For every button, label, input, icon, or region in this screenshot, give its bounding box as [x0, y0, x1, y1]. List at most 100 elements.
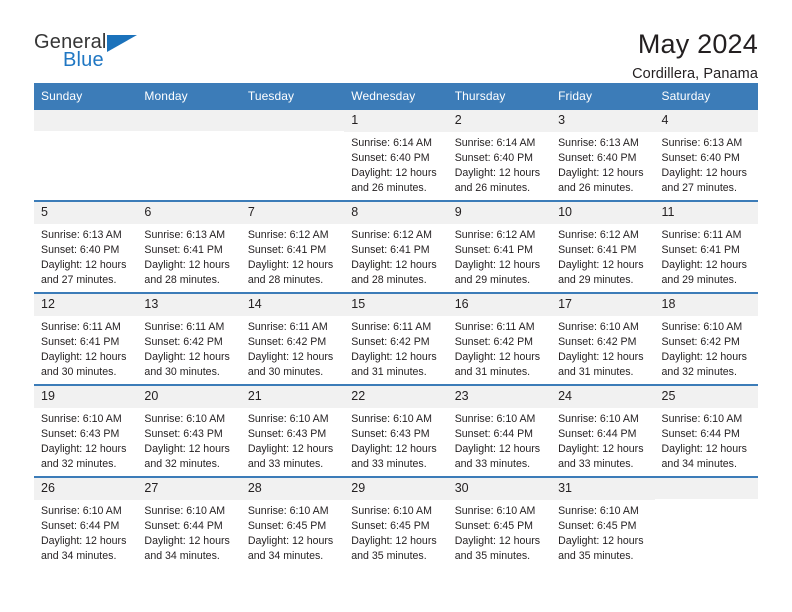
day-detail-sunrise: Sunrise: 6:10 AM [661, 412, 743, 425]
calendar-day-cell[interactable]: 14 Sunrise: 6:11 AM Sunset: 6:42 PM Dayligh… [240, 292, 345, 385]
calendar-day-cell[interactable]: 9 Sunrise: 6:12 AM Sunset: 6:41 PM Daylight… [447, 200, 552, 293]
calendar-day-cell[interactable]: 11 Sunrise: 6:11 AM Sunset: 6:41 PM Dayligh… [654, 200, 758, 293]
day-detail-sunrise: Sunrise: 6:10 AM [558, 320, 639, 333]
calendar-day-cell[interactable]: 25 Sunrise: 6:10 AM Sunset: 6:44 PM Dayligh… [654, 384, 758, 477]
weekday-header-thursday: Thursday [447, 83, 552, 110]
day-detail-daylight-line1: Daylight: 12 hours [558, 258, 644, 271]
calendar-day-cell[interactable]: 24 Sunrise: 6:10 AM Sunset: 6:44 PM Dayligh… [551, 384, 655, 477]
calendar-day-cell[interactable]: 5 Sunrise: 6:13 AM Sunset: 6:40 PM Daylight… [34, 200, 138, 293]
day-cell-inner: 20 Sunrise: 6:10 AM Sunset: 6:43 PM Dayligh… [137, 386, 241, 476]
day-details: Sunrise: 6:10 AM Sunset: 6:45 PM Daylight:… [241, 500, 344, 564]
general-blue-logo[interactable]: General Blue [34, 30, 144, 76]
day-number: 16 [447, 294, 552, 316]
day-cell-inner: 13 Sunrise: 6:11 AM Sunset: 6:42 PM Dayligh… [137, 294, 241, 384]
calendar-day-cell[interactable]: 27 Sunrise: 6:10 AM Sunset: 6:44 PM Dayligh… [137, 476, 241, 568]
day-number: 6 [137, 202, 241, 224]
weekday-header-saturday: Saturday [654, 83, 758, 110]
day-detail-daylight-line1: Daylight: 12 hours [454, 350, 541, 363]
title-block: May 2024 Cordillera, Panama [632, 29, 758, 83]
day-detail-daylight-line2: and 28 minutes. [351, 273, 427, 286]
weekday-header-monday: Monday [137, 83, 241, 110]
day-details: Sunrise: 6:11 AM Sunset: 6:42 PM Daylight:… [241, 316, 344, 380]
day-detail-sunrise: Sunrise: 6:13 AM [144, 228, 226, 241]
day-detail-sunrise: Sunrise: 6:12 AM [247, 228, 329, 241]
day-detail-sunset: Sunset: 6:43 PM [144, 427, 223, 440]
calendar-day-cell[interactable]: 4 Sunrise: 6:13 AM Sunset: 6:40 PM Daylight… [654, 110, 758, 201]
day-detail-daylight-line1: Daylight: 12 hours [351, 166, 437, 179]
day-details: Sunrise: 6:13 AM Sunset: 6:40 PM Daylight:… [655, 132, 758, 196]
day-number: 18 [654, 294, 758, 316]
day-cell-inner: 16 Sunrise: 6:11 AM Sunset: 6:42 PM Dayligh… [447, 294, 552, 384]
calendar-day-cell[interactable]: 22 Sunrise: 6:10 AM Sunset: 6:43 PM Dayligh… [344, 384, 448, 477]
calendar-day-cell[interactable]: 13 Sunrise: 6:11 AM Sunset: 6:42 PM Dayligh… [137, 292, 241, 385]
calendar-day-cell[interactable]: 30 Sunrise: 6:10 AM Sunset: 6:45 PM Dayligh… [447, 476, 552, 568]
day-detail-daylight-line2: and 33 minutes. [454, 457, 531, 470]
day-details: Sunrise: 6:10 AM Sunset: 6:42 PM Daylight:… [655, 316, 758, 380]
calendar-day-cell[interactable]: 19 Sunrise: 6:10 AM Sunset: 6:43 PM Dayligh… [34, 384, 138, 477]
day-detail-sunset: Sunset: 6:40 PM [454, 151, 534, 164]
day-detail-sunrise: Sunrise: 6:10 AM [454, 504, 536, 517]
day-detail-daylight-line1: Daylight: 12 hours [41, 442, 127, 455]
calendar-day-cell[interactable]: 17 Sunrise: 6:10 AM Sunset: 6:42 PM Dayligh… [551, 292, 655, 385]
weekday-header-wednesday: Wednesday [344, 83, 448, 110]
calendar-day-cell[interactable]: 18 Sunrise: 6:10 AM Sunset: 6:42 PM Dayligh… [654, 292, 758, 385]
day-detail-sunset: Sunset: 6:42 PM [558, 335, 637, 348]
calendar-day-cell[interactable]: 15 Sunrise: 6:11 AM Sunset: 6:42 PM Dayligh… [344, 292, 448, 385]
day-cell-inner: 14 Sunrise: 6:11 AM Sunset: 6:42 PM Dayligh… [240, 294, 345, 384]
day-detail-daylight-line1: Daylight: 12 hours [661, 166, 747, 179]
calendar-day-cell[interactable]: 10 Sunrise: 6:12 AM Sunset: 6:41 PM Dayligh… [551, 200, 655, 293]
calendar-day-cell[interactable]: 26 Sunrise: 6:10 AM Sunset: 6:44 PM Dayligh… [34, 476, 138, 568]
day-detail-sunset: Sunset: 6:43 PM [351, 427, 430, 440]
calendar-day-cell[interactable]: 21 Sunrise: 6:10 AM Sunset: 6:43 PM Dayligh… [240, 384, 345, 477]
day-detail-sunrise: Sunrise: 6:10 AM [454, 412, 536, 425]
day-details: Sunrise: 6:14 AM Sunset: 6:40 PM Daylight:… [344, 132, 447, 196]
day-detail-sunset: Sunset: 6:41 PM [247, 243, 327, 256]
day-details: Sunrise: 6:10 AM Sunset: 6:42 PM Daylight:… [551, 316, 654, 380]
day-detail-sunrise: Sunrise: 6:10 AM [558, 504, 639, 517]
calendar-day-cell[interactable]: 2 Sunrise: 6:14 AM Sunset: 6:40 PM Daylight… [447, 110, 552, 201]
day-detail-daylight-line2: and 27 minutes. [661, 181, 737, 194]
day-detail-sunset: Sunset: 6:41 PM [558, 243, 637, 256]
day-details: Sunrise: 6:10 AM Sunset: 6:45 PM Daylight:… [344, 500, 447, 564]
day-cell-inner: 4 Sunrise: 6:13 AM Sunset: 6:40 PM Daylight… [654, 110, 758, 200]
calendar-day-cell[interactable]: 20 Sunrise: 6:10 AM Sunset: 6:43 PM Dayligh… [137, 384, 241, 477]
calendar-page: General Blue May 2024 Cordillera, Panama… [0, 0, 792, 612]
day-detail-sunrise: Sunrise: 6:12 AM [351, 228, 432, 241]
day-detail-daylight-line2: and 26 minutes. [351, 181, 427, 194]
day-details: Sunrise: 6:10 AM Sunset: 6:44 PM Daylight:… [137, 500, 240, 564]
calendar-day-cell[interactable]: 7 Sunrise: 6:12 AM Sunset: 6:41 PM Daylight… [240, 200, 345, 293]
day-detail-daylight-line1: Daylight: 12 hours [454, 258, 541, 271]
day-detail-sunrise: Sunrise: 6:13 AM [558, 136, 639, 149]
calendar-week-row: 5 Sunrise: 6:13 AM Sunset: 6:40 PM Daylight… [34, 200, 758, 293]
calendar-day-cell[interactable]: 8 Sunrise: 6:12 AM Sunset: 6:41 PM Daylight… [344, 200, 448, 293]
calendar-day-cell[interactable]: 12 Sunrise: 6:11 AM Sunset: 6:41 PM Dayligh… [34, 292, 138, 385]
day-detail-daylight-line2: and 31 minutes. [351, 365, 427, 378]
day-detail-daylight-line1: Daylight: 12 hours [454, 442, 541, 455]
day-detail-daylight-line1: Daylight: 12 hours [144, 442, 230, 455]
calendar-day-cell[interactable]: 3 Sunrise: 6:13 AM Sunset: 6:40 PM Daylight… [551, 110, 655, 201]
day-detail-sunrise: Sunrise: 6:10 AM [661, 320, 743, 333]
day-cell-inner: 7 Sunrise: 6:12 AM Sunset: 6:41 PM Daylight… [240, 202, 345, 292]
calendar-day-cell[interactable]: 31 Sunrise: 6:10 AM Sunset: 6:45 PM Dayligh… [551, 476, 655, 568]
day-detail-sunset: Sunset: 6:44 PM [661, 427, 740, 440]
day-detail-sunset: Sunset: 6:43 PM [247, 427, 327, 440]
calendar-day-cell[interactable]: 1 Sunrise: 6:14 AM Sunset: 6:40 PM Daylight… [344, 110, 448, 201]
calendar-day-cell[interactable]: 16 Sunrise: 6:11 AM Sunset: 6:42 PM Dayligh… [447, 292, 552, 385]
triangle-icon [107, 35, 137, 52]
day-detail-daylight-line1: Daylight: 12 hours [144, 258, 230, 271]
calendar-day-cell[interactable]: 23 Sunrise: 6:10 AM Sunset: 6:44 PM Dayligh… [447, 384, 552, 477]
day-number: 27 [137, 478, 241, 500]
day-number: 24 [551, 386, 655, 408]
day-cell-inner: 18 Sunrise: 6:10 AM Sunset: 6:42 PM Dayligh… [654, 294, 758, 384]
day-detail-daylight-line2: and 34 minutes. [41, 549, 117, 562]
day-details: Sunrise: 6:13 AM Sunset: 6:40 PM Daylight:… [551, 132, 654, 196]
day-detail-daylight-line1: Daylight: 12 hours [41, 350, 127, 363]
calendar-day-cell[interactable]: 28 Sunrise: 6:10 AM Sunset: 6:45 PM Dayligh… [240, 476, 345, 568]
day-number: 5 [34, 202, 138, 224]
day-details: Sunrise: 6:10 AM Sunset: 6:43 PM Daylight:… [34, 408, 137, 472]
calendar-day-cell[interactable]: 29 Sunrise: 6:10 AM Sunset: 6:45 PM Dayligh… [344, 476, 448, 568]
day-detail-daylight-line2: and 35 minutes. [558, 549, 634, 562]
calendar-day-cell[interactable]: 6 Sunrise: 6:13 AM Sunset: 6:41 PM Daylight… [137, 200, 241, 293]
day-detail-daylight-line2: and 31 minutes. [558, 365, 634, 378]
day-detail-daylight-line1: Daylight: 12 hours [351, 534, 437, 547]
